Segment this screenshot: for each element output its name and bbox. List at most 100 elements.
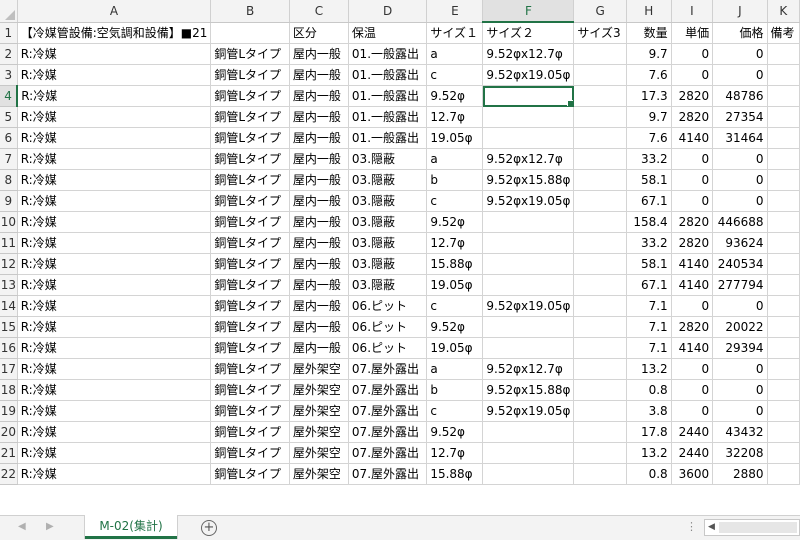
cell-a5[interactable]: R:冷媒	[17, 106, 212, 128]
cell-c14[interactable]: 屋内一般	[289, 295, 349, 317]
cell-d14[interactable]: 06.ピット	[348, 295, 428, 317]
cell-f4[interactable]	[482, 85, 575, 107]
cell-d17[interactable]: 07.屋外露出	[348, 358, 428, 380]
cell-d20[interactable]: 07.屋外露出	[348, 421, 428, 443]
cell-g7[interactable]	[573, 148, 627, 170]
cell-h20[interactable]: 17.8	[626, 421, 672, 443]
cell-k11[interactable]	[767, 232, 800, 254]
cell-h10[interactable]: 158.4	[626, 211, 672, 233]
cell-i1[interactable]: 単価	[671, 22, 714, 44]
cell-k19[interactable]	[767, 400, 800, 422]
cell-d11[interactable]: 03.隠蔽	[348, 232, 428, 254]
cell-f10[interactable]	[482, 211, 575, 233]
cell-e19[interactable]: c	[426, 400, 484, 422]
column-header-a[interactable]: A	[17, 0, 212, 23]
cell-k14[interactable]	[767, 295, 800, 317]
row-header[interactable]: 5	[0, 106, 18, 128]
cell-e9[interactable]: c	[426, 190, 484, 212]
column-header-b[interactable]: B	[210, 0, 290, 23]
cell-i10[interactable]: 2820	[671, 211, 714, 233]
cell-h22[interactable]: 0.8	[626, 463, 672, 485]
cell-i8[interactable]: 0	[671, 169, 714, 191]
cell-b2[interactable]: 銅管Lタイプ	[210, 43, 290, 65]
cell-a17[interactable]: R:冷媒	[17, 358, 212, 380]
cell-j13[interactable]: 277794	[712, 274, 768, 296]
cell-e10[interactable]: 9.52φ	[426, 211, 484, 233]
cell-f6[interactable]	[482, 127, 575, 149]
column-header-c[interactable]: C	[289, 0, 349, 23]
cell-j10[interactable]: 446688	[712, 211, 768, 233]
cell-e15[interactable]: 9.52φ	[426, 316, 484, 338]
row-header[interactable]: 1	[0, 22, 18, 44]
cell-a3[interactable]: R:冷媒	[17, 64, 212, 86]
cell-g21[interactable]	[573, 442, 627, 464]
cell-d7[interactable]: 03.隠蔽	[348, 148, 428, 170]
cell-g10[interactable]	[573, 211, 627, 233]
cell-d15[interactable]: 06.ピット	[348, 316, 428, 338]
row-header[interactable]: 19	[0, 400, 18, 422]
cell-e6[interactable]: 19.05φ	[426, 127, 484, 149]
cell-b1[interactable]	[210, 22, 290, 44]
cell-g14[interactable]	[573, 295, 627, 317]
cell-k3[interactable]	[767, 64, 800, 86]
cell-a16[interactable]: R:冷媒	[17, 337, 212, 359]
cell-g22[interactable]	[573, 463, 627, 485]
cell-k8[interactable]	[767, 169, 800, 191]
cell-i6[interactable]: 4140	[671, 127, 714, 149]
cell-k5[interactable]	[767, 106, 800, 128]
cell-j15[interactable]: 20022	[712, 316, 768, 338]
cell-j22[interactable]: 2880	[712, 463, 768, 485]
cell-i20[interactable]: 2440	[671, 421, 714, 443]
cell-k16[interactable]	[767, 337, 800, 359]
cell-h7[interactable]: 33.2	[626, 148, 672, 170]
cell-k17[interactable]	[767, 358, 800, 380]
cell-g18[interactable]	[573, 379, 627, 401]
cell-d1[interactable]: 保温	[348, 22, 428, 44]
cell-f15[interactable]	[482, 316, 575, 338]
row-header[interactable]: 13	[0, 274, 18, 296]
cell-j3[interactable]: 0	[712, 64, 768, 86]
cell-h1[interactable]: 数量	[626, 22, 672, 44]
cell-a7[interactable]: R:冷媒	[17, 148, 212, 170]
cell-c9[interactable]: 屋内一般	[289, 190, 349, 212]
cell-d5[interactable]: 01.一般露出	[348, 106, 428, 128]
row-header[interactable]: 8	[0, 169, 18, 191]
cell-i2[interactable]: 0	[671, 43, 714, 65]
cell-b22[interactable]: 銅管Lタイプ	[210, 463, 290, 485]
column-header-i[interactable]: I	[671, 0, 714, 23]
cell-e16[interactable]: 19.05φ	[426, 337, 484, 359]
cell-f9[interactable]: 9.52φx19.05φ	[482, 190, 575, 212]
cell-b5[interactable]: 銅管Lタイプ	[210, 106, 290, 128]
cell-b15[interactable]: 銅管Lタイプ	[210, 316, 290, 338]
cell-g9[interactable]	[573, 190, 627, 212]
cell-h4[interactable]: 17.3	[626, 85, 672, 107]
cell-d6[interactable]: 01.一般露出	[348, 127, 428, 149]
cell-b18[interactable]: 銅管Lタイプ	[210, 379, 290, 401]
cell-i11[interactable]: 2820	[671, 232, 714, 254]
cell-a19[interactable]: R:冷媒	[17, 400, 212, 422]
row-header[interactable]: 15	[0, 316, 18, 338]
cell-k7[interactable]	[767, 148, 800, 170]
cell-c17[interactable]: 屋外架空	[289, 358, 349, 380]
cell-j8[interactable]: 0	[712, 169, 768, 191]
cell-h14[interactable]: 7.1	[626, 295, 672, 317]
cell-c8[interactable]: 屋内一般	[289, 169, 349, 191]
cell-g8[interactable]	[573, 169, 627, 191]
cell-i14[interactable]: 0	[671, 295, 714, 317]
cell-e22[interactable]: 15.88φ	[426, 463, 484, 485]
cell-h16[interactable]: 7.1	[626, 337, 672, 359]
cell-a13[interactable]: R:冷媒	[17, 274, 212, 296]
cell-b11[interactable]: 銅管Lタイプ	[210, 232, 290, 254]
cell-a10[interactable]: R:冷媒	[17, 211, 212, 233]
cell-d19[interactable]: 07.屋外露出	[348, 400, 428, 422]
cell-c21[interactable]: 屋外架空	[289, 442, 349, 464]
row-header[interactable]: 2	[0, 43, 18, 65]
row-header[interactable]: 4	[0, 85, 19, 107]
cell-g20[interactable]	[573, 421, 627, 443]
cell-a12[interactable]: R:冷媒	[17, 253, 212, 275]
add-sheet-button[interactable]: +	[201, 520, 217, 536]
cell-g5[interactable]	[573, 106, 627, 128]
cell-e11[interactable]: 12.7φ	[426, 232, 484, 254]
cell-c2[interactable]: 屋内一般	[289, 43, 349, 65]
cell-d18[interactable]: 07.屋外露出	[348, 379, 428, 401]
